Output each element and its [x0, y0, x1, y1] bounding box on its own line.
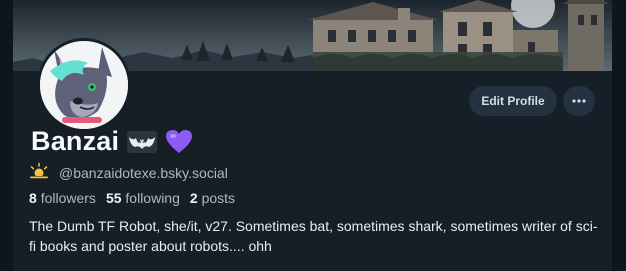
- profile-bio: The Dumb TF Robot, she/it, v27. Sometime…: [29, 218, 598, 254]
- posts-count: 2: [189, 190, 198, 206]
- following-label: following: [125, 190, 180, 206]
- right-gutter: [612, 0, 626, 271]
- handle-row: @banzaidotexe.bsky.social: [29, 162, 228, 183]
- left-gutter: [0, 0, 13, 271]
- followers-count: 8: [29, 190, 37, 206]
- following-count: 55: [105, 190, 122, 206]
- sun-behind-cloud-icon: [29, 162, 49, 183]
- avatar[interactable]: [37, 38, 131, 132]
- avatar-image: [40, 41, 128, 129]
- ellipsis-icon: [572, 99, 586, 103]
- profile-card: Edit Profile Banzai @banzaidotexe.bsky.s…: [13, 0, 612, 271]
- handle[interactable]: @banzaidotexe.bsky.social: [59, 165, 228, 181]
- bat-emoji-icon: [127, 130, 158, 153]
- followers-label: followers: [40, 190, 96, 206]
- display-name: Banzai: [31, 126, 120, 156]
- followers-stat[interactable]: 8 followers: [29, 190, 96, 206]
- profile-stats: 8 followers 55 following 2 posts: [29, 190, 235, 206]
- edit-profile-button[interactable]: Edit Profile: [469, 86, 557, 116]
- following-stat[interactable]: 55 following: [106, 190, 180, 206]
- name-row: Banzai: [31, 126, 193, 157]
- posts-stat: 2 posts: [190, 190, 235, 206]
- posts-label: posts: [201, 190, 236, 206]
- more-options-button[interactable]: [563, 86, 595, 116]
- purple-heart-icon: [165, 129, 193, 155]
